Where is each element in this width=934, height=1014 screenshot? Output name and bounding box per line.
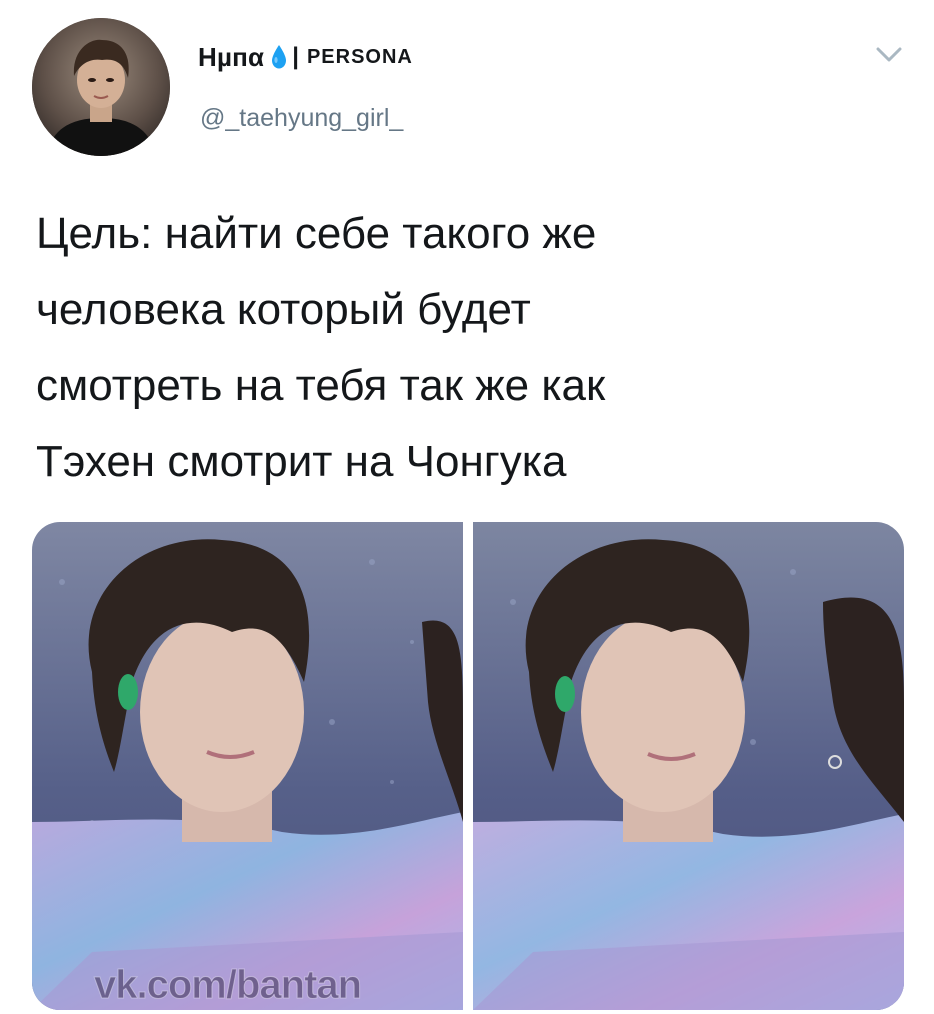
user-handle[interactable]: @_taehyung_girl_ bbox=[200, 104, 403, 133]
droplet-icon bbox=[270, 44, 288, 70]
media-photo-2[interactable] bbox=[473, 522, 904, 1010]
media-grid: vk.com/bantan bbox=[32, 522, 904, 1010]
watermark-text: vk.com/bantan bbox=[93, 963, 362, 1008]
display-name-row[interactable]: Нµпα | PERSONA bbox=[198, 40, 413, 74]
avatar-image bbox=[32, 18, 170, 156]
tweet-text: Цель: найти себе такого же человека кото… bbox=[36, 209, 606, 486]
tweet-card: Нµпα | PERSONA @_taehyung_girl_ Цель: на… bbox=[0, 0, 934, 1014]
name-separator: | bbox=[292, 43, 299, 70]
media-photo-1[interactable]: vk.com/bantan bbox=[32, 522, 463, 1010]
display-name[interactable]: Нµпα bbox=[198, 42, 264, 73]
chevron-down-icon[interactable] bbox=[874, 44, 904, 66]
name-suffix: PERSONA bbox=[306, 45, 413, 68]
avatar[interactable] bbox=[32, 18, 170, 156]
